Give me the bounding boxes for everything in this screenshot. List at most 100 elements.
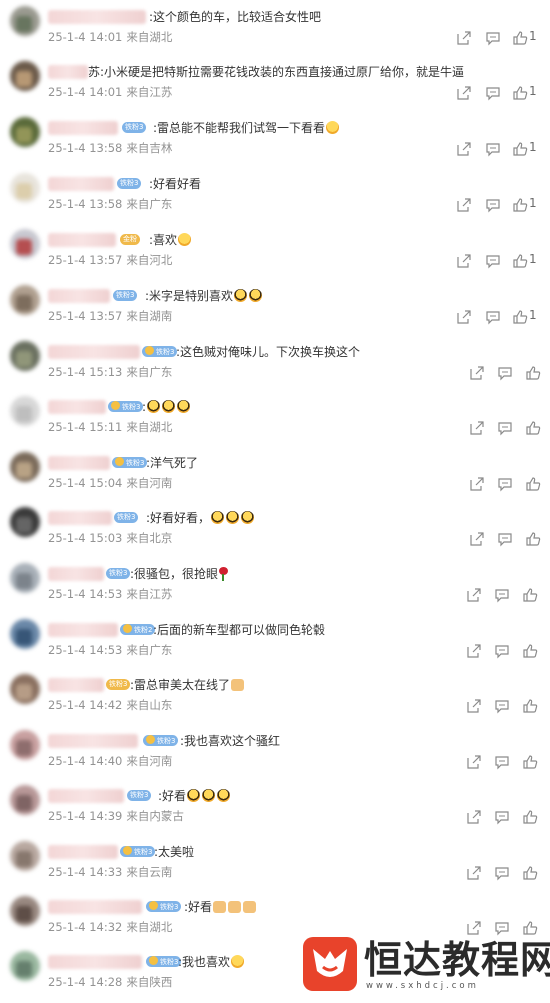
thumbs-up-icon[interactable] bbox=[522, 754, 538, 770]
comment-date: 25-1-4 14:53 bbox=[48, 643, 123, 657]
share-icon[interactable] bbox=[466, 587, 482, 603]
share-icon[interactable] bbox=[469, 420, 485, 436]
avatar[interactable] bbox=[10, 841, 40, 871]
comment-icon[interactable] bbox=[494, 643, 510, 659]
avatar[interactable] bbox=[10, 619, 40, 649]
thumbs-up-icon[interactable] bbox=[525, 365, 541, 381]
avatar[interactable] bbox=[10, 285, 40, 315]
username[interactable] bbox=[48, 955, 142, 969]
comment-icon[interactable] bbox=[485, 197, 501, 213]
comment-location: 来自河南 bbox=[126, 476, 173, 490]
share-icon[interactable] bbox=[456, 253, 472, 269]
username[interactable] bbox=[48, 511, 112, 525]
thumbs-up-icon[interactable] bbox=[522, 865, 538, 881]
comment-icon[interactable] bbox=[485, 30, 501, 46]
username[interactable] bbox=[48, 233, 116, 247]
avatar[interactable] bbox=[10, 896, 40, 926]
username-tail: 苏 bbox=[88, 65, 101, 79]
avatar[interactable] bbox=[10, 951, 40, 981]
comment-icon[interactable] bbox=[485, 309, 501, 325]
comment-icon[interactable] bbox=[497, 420, 513, 436]
comment-icon[interactable] bbox=[497, 476, 513, 492]
avatar[interactable] bbox=[10, 6, 40, 36]
thumbs-up-icon[interactable] bbox=[522, 809, 538, 825]
username[interactable] bbox=[48, 678, 104, 692]
username[interactable] bbox=[48, 789, 124, 803]
share-icon[interactable] bbox=[469, 365, 485, 381]
username[interactable] bbox=[48, 289, 110, 303]
share-icon[interactable] bbox=[466, 809, 482, 825]
comment-text: :太美啦 bbox=[154, 845, 195, 859]
badge-label: 铁粉3 bbox=[156, 348, 175, 356]
username[interactable] bbox=[48, 65, 88, 79]
share-icon[interactable] bbox=[466, 754, 482, 770]
share-icon[interactable] bbox=[469, 531, 485, 547]
comment-icon[interactable] bbox=[494, 920, 510, 936]
comment-icon[interactable] bbox=[494, 865, 510, 881]
thumbs-up-icon[interactable] bbox=[512, 253, 528, 269]
comment-icon[interactable] bbox=[494, 587, 510, 603]
share-icon[interactable] bbox=[456, 197, 472, 213]
thumbs-up-icon[interactable] bbox=[512, 197, 528, 213]
comment-icon[interactable] bbox=[485, 253, 501, 269]
avatar[interactable] bbox=[10, 563, 40, 593]
thumbs-up-icon[interactable] bbox=[525, 531, 541, 547]
avatar[interactable] bbox=[10, 452, 40, 482]
username[interactable] bbox=[48, 121, 118, 135]
comment-icon[interactable] bbox=[485, 85, 501, 101]
comment-icon[interactable] bbox=[494, 754, 510, 770]
avatar[interactable] bbox=[10, 117, 40, 147]
thumbs-up-icon[interactable] bbox=[512, 85, 528, 101]
thumbs-up-icon[interactable] bbox=[525, 420, 541, 436]
avatar[interactable] bbox=[10, 61, 40, 91]
share-icon[interactable] bbox=[466, 698, 482, 714]
thumbs-up-icon[interactable] bbox=[525, 476, 541, 492]
avatar[interactable] bbox=[10, 730, 40, 760]
username[interactable] bbox=[48, 400, 106, 414]
share-icon[interactable] bbox=[466, 865, 482, 881]
comment-text: :好看好看， bbox=[146, 508, 255, 528]
thumbs-up-icon[interactable] bbox=[522, 698, 538, 714]
username[interactable] bbox=[48, 177, 114, 191]
avatar[interactable] bbox=[10, 674, 40, 704]
fan-badge: 铁粉3 bbox=[108, 401, 144, 412]
comment-text: :后面的新车型都可以做同色轮毂 bbox=[153, 623, 326, 637]
share-icon[interactable] bbox=[456, 141, 472, 157]
comment-icon[interactable] bbox=[494, 698, 510, 714]
fan-icon bbox=[146, 735, 155, 744]
username[interactable] bbox=[48, 623, 118, 637]
comment-body: :喜欢 bbox=[149, 233, 178, 247]
avatar[interactable] bbox=[10, 507, 40, 537]
thumbs-up-icon[interactable] bbox=[512, 141, 528, 157]
share-icon[interactable] bbox=[466, 920, 482, 936]
share-icon[interactable] bbox=[456, 309, 472, 325]
avatar[interactable] bbox=[10, 785, 40, 815]
share-icon[interactable] bbox=[456, 30, 472, 46]
share-icon[interactable] bbox=[466, 643, 482, 659]
username[interactable] bbox=[48, 845, 118, 859]
comment-body: :米字是特别喜欢 bbox=[145, 289, 234, 303]
like-count: 1 bbox=[529, 140, 537, 154]
thumbs-up-icon[interactable] bbox=[512, 309, 528, 325]
comment-icon[interactable] bbox=[497, 365, 513, 381]
avatar[interactable] bbox=[10, 173, 40, 203]
comment-icon[interactable] bbox=[494, 809, 510, 825]
thumbs-up-icon[interactable] bbox=[522, 643, 538, 659]
avatar[interactable] bbox=[10, 229, 40, 259]
avatar[interactable] bbox=[10, 341, 40, 371]
comment-icon[interactable] bbox=[497, 531, 513, 547]
username[interactable] bbox=[48, 900, 142, 914]
thumbs-up-icon[interactable] bbox=[522, 587, 538, 603]
thumbs-up-icon[interactable] bbox=[522, 920, 538, 936]
avatar[interactable] bbox=[10, 396, 40, 426]
username[interactable] bbox=[48, 456, 110, 470]
username[interactable] bbox=[48, 567, 104, 581]
share-icon[interactable] bbox=[469, 476, 485, 492]
comment-icon[interactable] bbox=[485, 141, 501, 157]
thumbs-up-icon[interactable] bbox=[512, 30, 528, 46]
username[interactable] bbox=[48, 345, 140, 359]
share-icon[interactable] bbox=[456, 85, 472, 101]
username[interactable] bbox=[48, 10, 146, 24]
comment-item: 铁粉3 :好看好看， 25-1-4 15:03 来自北京 bbox=[0, 504, 550, 559]
username[interactable] bbox=[48, 734, 138, 748]
